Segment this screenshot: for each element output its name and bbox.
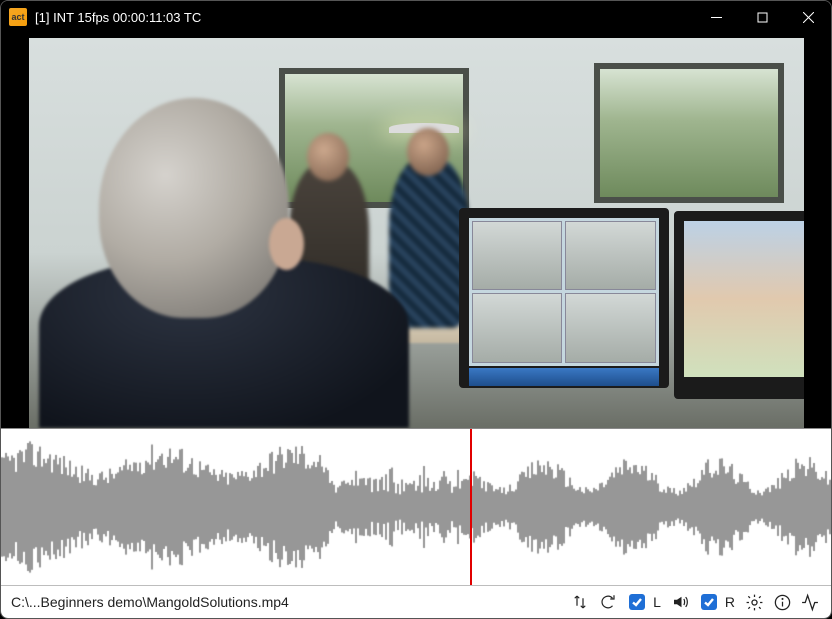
gear-icon[interactable]: [743, 591, 765, 613]
window-title: [1] INT 15fps 00:00:11:03 TC: [35, 10, 201, 25]
activity-icon[interactable]: [799, 591, 821, 613]
video-viewport[interactable]: [1, 33, 831, 428]
app-icon: act: [9, 8, 27, 26]
file-path: C:\...Beginners demo\MangoldSolutions.mp…: [11, 594, 289, 610]
channel-left-checkbox[interactable]: [629, 594, 645, 610]
info-icon[interactable]: [771, 591, 793, 613]
minimize-button[interactable]: [693, 1, 739, 33]
loop-icon[interactable]: [597, 591, 619, 613]
speaker-icon[interactable]: [669, 591, 691, 613]
titlebar: act [1] INT 15fps 00:00:11:03 TC: [1, 1, 831, 33]
waveform-panel[interactable]: [1, 428, 831, 586]
maximize-button[interactable]: [739, 1, 785, 33]
close-button[interactable]: [785, 1, 831, 33]
app-window: act [1] INT 15fps 00:00:11:03 TC: [0, 0, 832, 619]
channel-right-label: R: [725, 594, 735, 610]
status-bar: C:\...Beginners demo\MangoldSolutions.mp…: [1, 586, 831, 618]
video-frame: [29, 38, 804, 428]
playhead-marker[interactable]: [470, 429, 472, 585]
sort-icon[interactable]: [569, 591, 591, 613]
audio-waveform[interactable]: [1, 429, 831, 585]
channel-left-label: L: [653, 594, 661, 610]
channel-right-checkbox[interactable]: [701, 594, 717, 610]
